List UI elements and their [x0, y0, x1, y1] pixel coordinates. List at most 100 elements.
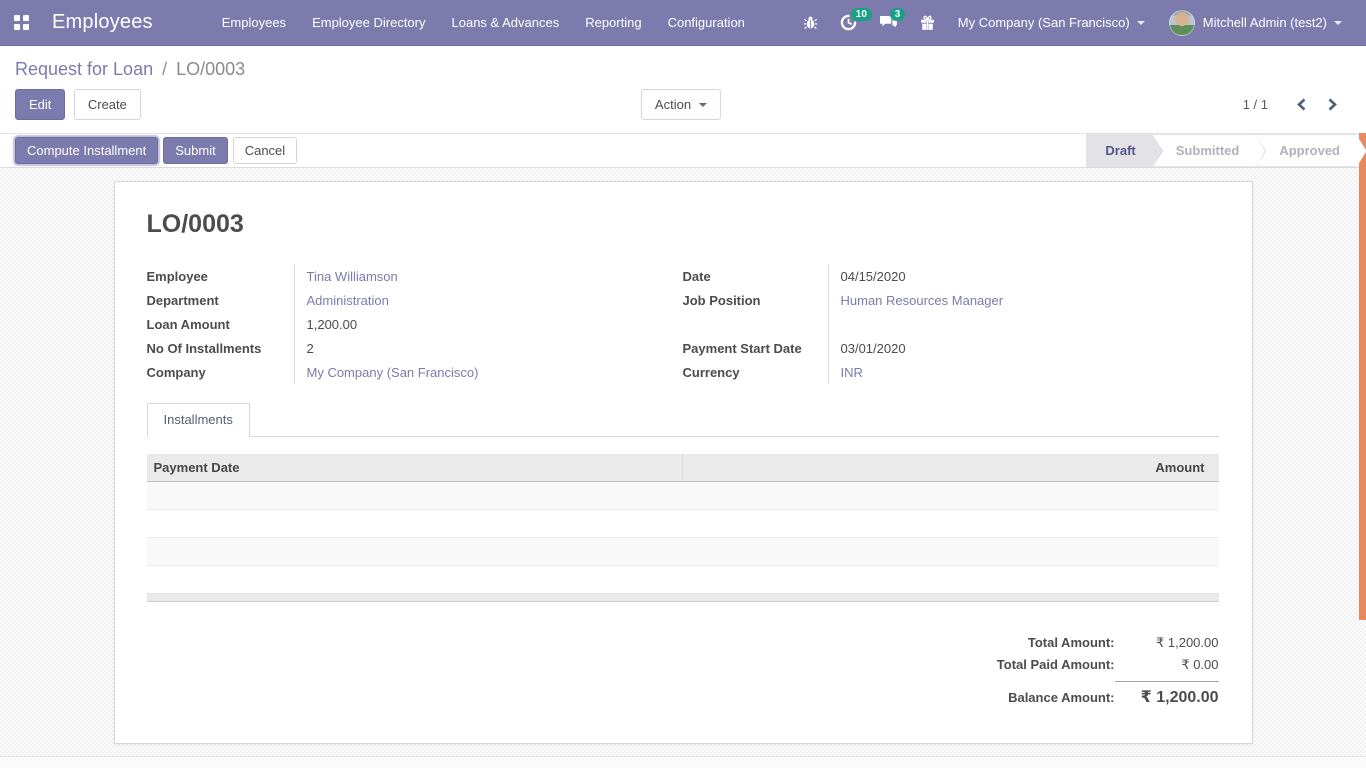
pager-prev-button[interactable]	[1286, 89, 1317, 120]
chevron-down-icon	[1334, 21, 1342, 25]
field-label: Department	[147, 288, 295, 312]
field-value-payment-start-date: 03/01/2020	[829, 336, 906, 360]
activities-button[interactable]: 10	[829, 0, 868, 46]
field-label: Date	[683, 264, 829, 288]
apps-grid-icon	[14, 15, 29, 30]
field-value-employee[interactable]: Tina Williamson	[295, 264, 398, 288]
field-value-loan-amount: 1,200.00	[295, 312, 358, 336]
field-label: No Of Installments	[147, 336, 295, 360]
total-paid-amount-row: Total Paid Amount: ₹ 0.00	[997, 654, 1219, 676]
nav-item-reporting[interactable]: Reporting	[572, 0, 654, 46]
field-label: Loan Amount	[147, 312, 295, 336]
chevron-right-icon	[1328, 98, 1337, 111]
table-row	[147, 538, 1219, 566]
field-row-company: Company My Company (San Francisco)	[147, 360, 683, 384]
chevron-down-icon	[1137, 21, 1145, 25]
nav-menu: Employees Employee Directory Loans & Adv…	[209, 0, 758, 46]
balance-amount-value: ₹ 1,200.00	[1115, 681, 1219, 707]
pager-next-button[interactable]	[1317, 89, 1348, 120]
debug-button[interactable]	[792, 0, 829, 46]
rewards-button[interactable]	[909, 0, 946, 46]
messages-button[interactable]: 3	[868, 0, 909, 46]
table-row	[147, 510, 1219, 538]
field-row-department: Department Administration	[147, 288, 683, 312]
field-row-payment-start-date: Payment Start Date 03/01/2020	[683, 336, 1219, 360]
scrollbar-thumb[interactable]	[1359, 133, 1366, 620]
field-row-installments-count: No Of Installments 2	[147, 336, 683, 360]
user-name: Mitchell Admin (test2)	[1203, 15, 1327, 30]
field-group-right: Date 04/15/2020 Job Position Human Resou…	[683, 264, 1219, 384]
total-amount-value: ₹ 1,200.00	[1115, 635, 1219, 651]
nav-item-employee-directory[interactable]: Employee Directory	[299, 0, 438, 46]
content-area: LO/0003 Employee Tina Williamson Departm…	[0, 168, 1366, 756]
breadcrumb-current: LO/0003	[176, 59, 245, 79]
nav-item-employees[interactable]: Employees	[209, 0, 299, 46]
field-label	[683, 312, 829, 336]
form-sheet: LO/0003 Employee Tina Williamson Departm…	[114, 181, 1253, 744]
button-row: Edit Create Action 1 / 1	[15, 89, 1351, 120]
compute-installment-button[interactable]: Compute Installment	[15, 137, 158, 164]
total-amount-row: Total Amount: ₹ 1,200.00	[1028, 632, 1219, 654]
messages-badge: 3	[890, 8, 906, 21]
status-steps: Draft Submitted Approved	[1086, 134, 1356, 167]
company-switcher[interactable]: My Company (San Francisco)	[946, 0, 1157, 46]
breadcrumb: Request for Loan / LO/0003	[15, 46, 1351, 80]
user-menu[interactable]: Mitchell Admin (test2)	[1157, 0, 1354, 46]
status-step-draft[interactable]: Draft	[1086, 134, 1151, 167]
installments-table: Payment Date Amount	[147, 454, 1219, 602]
field-value-currency[interactable]: INR	[829, 360, 863, 384]
apps-menu-button[interactable]	[0, 0, 42, 46]
chevron-left-icon	[1297, 98, 1306, 111]
balance-amount-label: Balance Amount:	[1008, 690, 1114, 705]
cancel-button[interactable]: Cancel	[233, 137, 297, 164]
tab-installments[interactable]: Installments	[147, 403, 250, 437]
balance-amount-row: Balance Amount: ₹ 1,200.00	[1008, 676, 1218, 710]
create-button[interactable]: Create	[74, 89, 141, 120]
col-header-amount[interactable]: Amount	[683, 454, 1219, 482]
field-row-employee: Employee Tina Williamson	[147, 264, 683, 288]
pager: 1 / 1	[1243, 89, 1348, 120]
field-row-empty	[683, 312, 1219, 336]
control-panel: Request for Loan / LO/0003 Edit Create A…	[0, 46, 1366, 133]
col-header-payment-date[interactable]: Payment Date	[147, 454, 683, 482]
table-row	[147, 566, 1219, 594]
status-step-approved[interactable]: Approved	[1255, 134, 1356, 167]
breadcrumb-parent-link[interactable]: Request for Loan	[15, 59, 153, 79]
edit-button[interactable]: Edit	[15, 89, 65, 120]
field-label: Job Position	[683, 288, 829, 312]
field-row-currency: Currency INR	[683, 360, 1219, 384]
nav-item-loans-advances[interactable]: Loans & Advances	[439, 0, 573, 46]
field-label: Company	[147, 360, 295, 384]
total-paid-amount-label: Total Paid Amount:	[997, 657, 1115, 672]
field-value-empty	[829, 312, 841, 336]
bottom-strip	[0, 756, 1366, 768]
field-groups: Employee Tina Williamson Department Admi…	[147, 264, 1219, 384]
breadcrumb-separator: /	[158, 59, 171, 79]
notebook: Installments Payment Date Amount	[147, 403, 1219, 710]
installments-list: Payment Date Amount	[147, 454, 1219, 602]
top-navbar: Employees Employees Employee Directory L…	[0, 0, 1366, 46]
nav-item-configuration[interactable]: Configuration	[655, 0, 758, 46]
field-value-department[interactable]: Administration	[295, 288, 389, 312]
submit-button[interactable]: Submit	[163, 137, 227, 164]
field-row-loan-amount: Loan Amount 1,200.00	[147, 312, 683, 336]
table-row	[147, 482, 1219, 510]
total-paid-amount-value: ₹ 0.00	[1115, 657, 1219, 673]
table-footer	[147, 594, 1219, 602]
action-label: Action	[655, 97, 691, 112]
field-value-company[interactable]: My Company (San Francisco)	[295, 360, 479, 384]
tab-bar: Installments	[147, 403, 1219, 437]
field-value-date: 04/15/2020	[829, 264, 906, 288]
total-amount-label: Total Amount:	[1028, 635, 1115, 650]
status-step-submitted[interactable]: Submitted	[1152, 134, 1256, 167]
field-value-installments-count: 2	[295, 336, 314, 360]
field-label: Currency	[683, 360, 829, 384]
bug-icon	[803, 15, 818, 30]
gift-icon	[920, 15, 935, 31]
field-value-job-position[interactable]: Human Resources Manager	[829, 288, 1004, 312]
pager-count: 1 / 1	[1243, 97, 1268, 112]
field-row-job-position: Job Position Human Resources Manager	[683, 288, 1219, 312]
company-name: My Company (San Francisco)	[958, 15, 1130, 30]
field-group-left: Employee Tina Williamson Department Admi…	[147, 264, 683, 384]
action-dropdown[interactable]: Action	[641, 89, 721, 120]
